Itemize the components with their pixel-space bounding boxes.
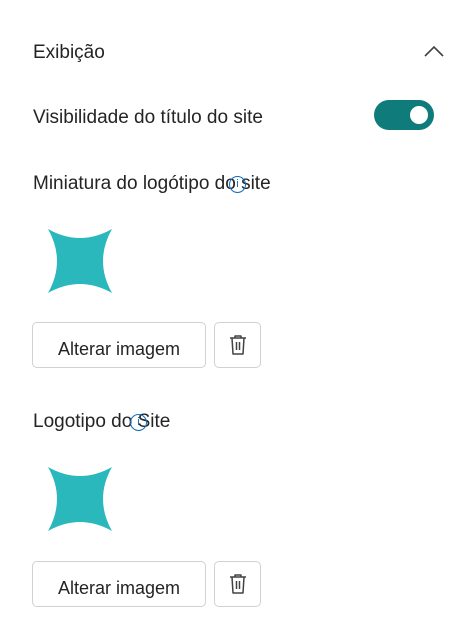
change-image-label: Alterar imagem [57,338,181,359]
site-title-visibility-toggle[interactable] [374,100,434,130]
site-logo-change-image-button[interactable]: Alterar imagem [32,561,206,607]
collapse-section-button[interactable] [420,38,448,64]
info-icon[interactable]: i [229,176,246,193]
site-logo-label: Logotipo do Site [33,411,171,432]
sparkle-star-icon [48,229,112,293]
site-logo-delete-button[interactable] [214,561,261,607]
site-title-visibility-label: Visibilidade do título do site [33,107,263,128]
toggle-knob [410,106,428,124]
info-icon[interactable]: i [130,414,147,431]
thumbnail-change-image-button[interactable]: Alterar imagem [32,322,206,368]
thumbnail-delete-button[interactable] [214,322,261,368]
sparkle-star-icon [48,467,112,531]
trash-icon [229,574,246,594]
trash-icon [229,335,246,355]
section-title: Exibição [33,42,105,63]
chevron-up-icon [424,45,444,57]
change-image-label: Alterar imagem [57,577,181,598]
